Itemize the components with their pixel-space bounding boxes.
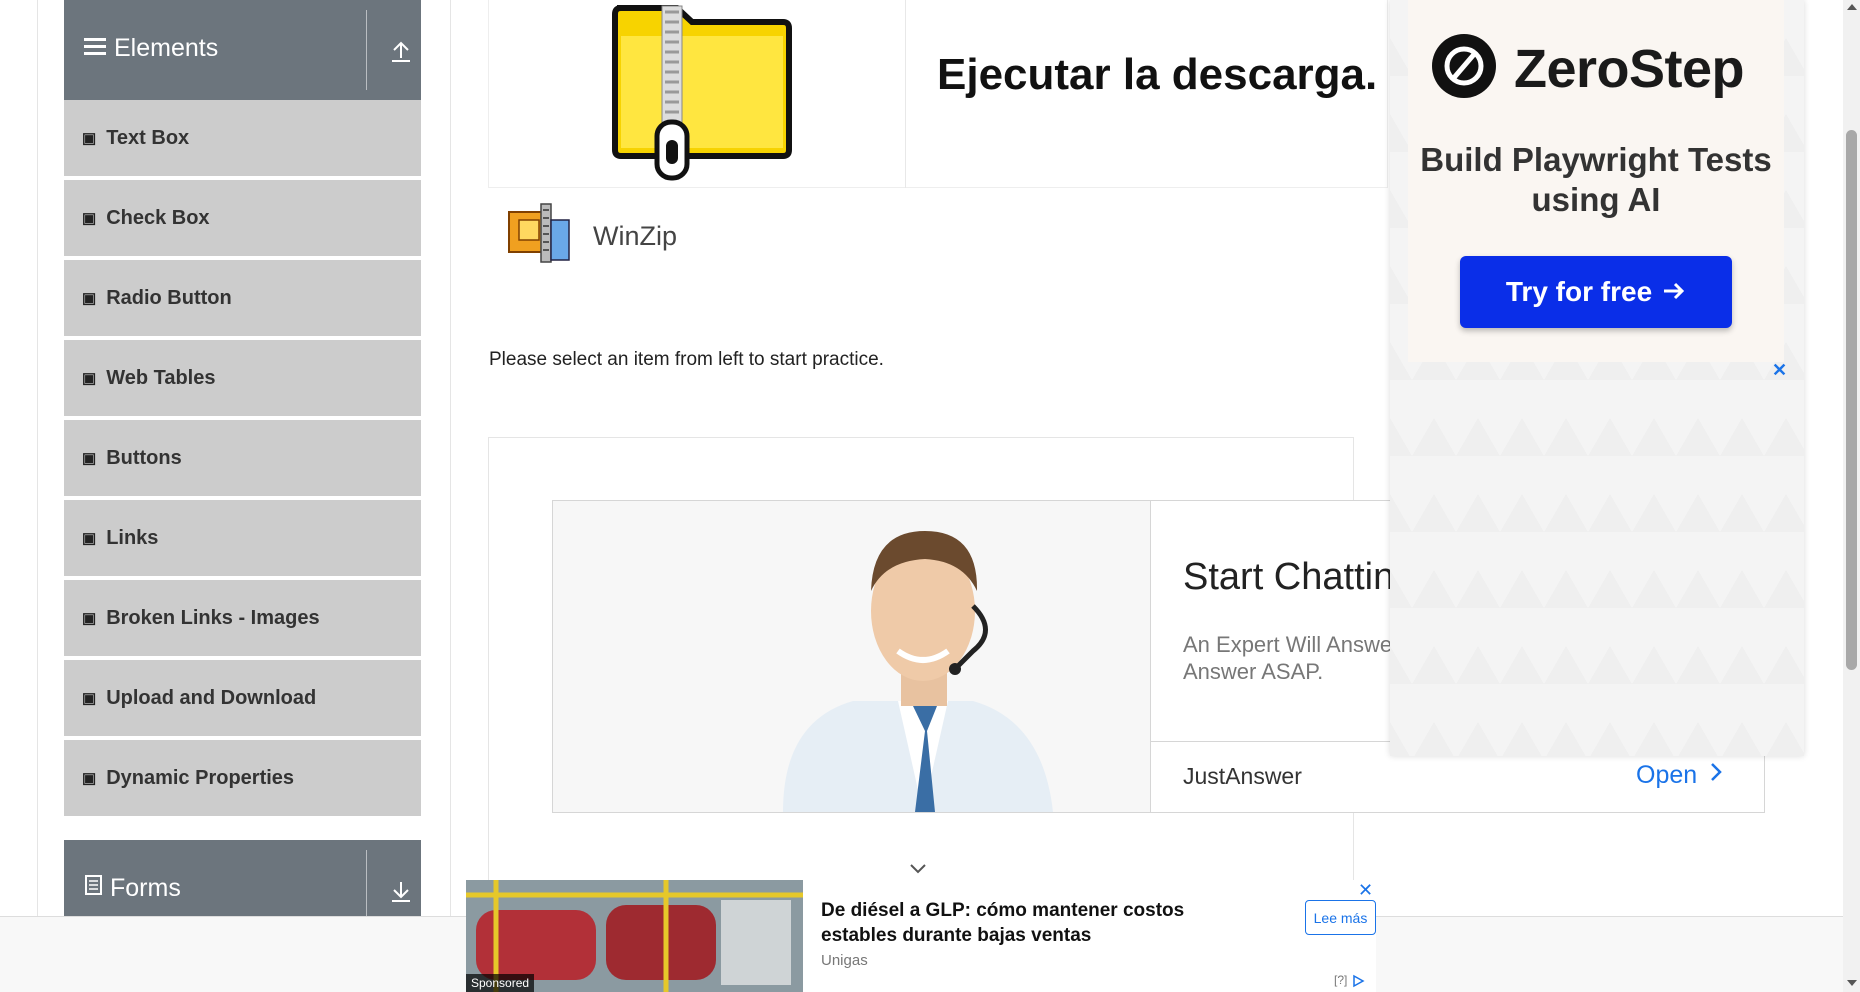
html5-icon: ▣ xyxy=(82,370,97,387)
sidebar-item-upload-download[interactable]: ▣ Upload and Download xyxy=(64,660,421,738)
chevron-down-icon[interactable] xyxy=(908,862,928,881)
html5-icon: ▣ xyxy=(82,690,97,707)
sidebar-item-label: Broken Links - Images xyxy=(106,606,320,629)
collapse-up-icon[interactable] xyxy=(386,36,416,66)
arrow-right-icon xyxy=(1662,276,1686,308)
scroll-down-arrow-icon[interactable] xyxy=(1847,980,1857,986)
sidebar-item-label: Text Box xyxy=(106,126,190,149)
expand-down-icon[interactable] xyxy=(386,876,416,906)
adchoices-icon[interactable]: [?] xyxy=(1334,973,1367,988)
cta-label: Try for free xyxy=(1505,276,1653,307)
sidebar-right-border xyxy=(450,0,451,916)
winzip-label: WinZip xyxy=(593,221,678,251)
chat-ad-headline[interactable]: Start Chattin xyxy=(1183,556,1394,599)
zerostep-tagline: Build Playwright Tests using AI xyxy=(1420,141,1772,218)
zerostep-logo-text: ZeroStep xyxy=(1514,38,1745,99)
vertical-scrollbar[interactable] xyxy=(1843,0,1860,992)
html5-icon: ▣ xyxy=(82,530,97,547)
html5-icon: ▣ xyxy=(82,210,97,227)
bottom-ad-close-icon[interactable]: ✕ xyxy=(1358,880,1373,901)
sponsored-label: Sponsored xyxy=(466,974,535,992)
download-ad-headline[interactable]: Ejecutar la descarga. xyxy=(937,50,1377,100)
html5-icon: ▣ xyxy=(82,450,97,467)
sidebar-item-check-box[interactable]: ▣ Check Box xyxy=(64,180,421,258)
chat-ad-brand: JustAnswer xyxy=(1183,763,1302,789)
sidebar-item-buttons[interactable]: ▣ Buttons xyxy=(64,420,421,498)
download-ad[interactable]: Ejecutar la descarga. xyxy=(488,0,1388,188)
scroll-up-arrow-icon[interactable] xyxy=(1847,4,1857,10)
group-header-divider xyxy=(366,10,367,90)
html5-icon: ▣ xyxy=(82,130,97,147)
html5-icon: ▣ xyxy=(82,770,97,787)
html5-icon: ▣ xyxy=(82,290,97,307)
hamburger-icon xyxy=(84,34,108,63)
unigas-ad[interactable]: Sponsored De diésel a GLP: cómo mantener… xyxy=(466,880,1376,992)
bottom-ad-headline[interactable]: De diésel a GLP: cómo mantener costos es… xyxy=(821,898,1241,948)
elements-group-title: Elements xyxy=(84,34,218,63)
sidebar-item-label: Upload and Download xyxy=(106,686,317,709)
zerostep-logo: ZeroStep xyxy=(1430,32,1745,105)
sidebar-item-dynamic-properties[interactable]: ▣ Dynamic Properties xyxy=(64,740,421,818)
download-ad-divider xyxy=(905,0,906,188)
elements-group-header[interactable]: Elements xyxy=(64,0,421,100)
chevron-right-icon xyxy=(1709,761,1723,790)
scrollbar-thumb[interactable] xyxy=(1846,130,1857,670)
practice-instruction: Please select an item from left to start… xyxy=(489,349,884,370)
sidebar-item-label: Buttons xyxy=(106,446,182,469)
zerostep-logo-icon xyxy=(1430,32,1498,105)
sidebar-item-label: Links xyxy=(106,526,159,549)
support-agent-photo xyxy=(553,501,1151,812)
page-left-border xyxy=(37,0,38,916)
sidebar-item-label: Dynamic Properties xyxy=(106,766,295,789)
sidebar-item-label: Web Tables xyxy=(106,366,216,389)
html5-icon: ▣ xyxy=(82,610,97,627)
winzip-brand[interactable]: WinZip xyxy=(505,200,677,273)
winzip-icon xyxy=(505,200,575,273)
ad-close-icon[interactable]: ✕ xyxy=(1772,360,1787,381)
sidebar-item-label: Radio Button xyxy=(106,286,232,309)
lee-mas-button[interactable]: Lee más xyxy=(1305,900,1376,935)
open-label: Open xyxy=(1636,761,1698,789)
sidebar-item-web-tables[interactable]: ▣ Web Tables xyxy=(64,340,421,418)
elements-group-label: Elements xyxy=(114,34,219,62)
forms-group-title: Forms xyxy=(84,874,181,903)
boiler-room-image: Sponsored xyxy=(466,880,803,992)
sidebar-item-label: Check Box xyxy=(106,206,210,229)
forms-group-label: Forms xyxy=(110,874,181,902)
sidebar-item-broken-links[interactable]: ▣ Broken Links - Images xyxy=(64,580,421,658)
bottom-ad-brand: Unigas xyxy=(821,952,868,969)
adchoices-label: [?] xyxy=(1334,973,1348,987)
sidebar-item-radio-button[interactable]: ▣ Radio Button xyxy=(64,260,421,338)
chat-ad-open-button[interactable]: Open xyxy=(1636,761,1723,790)
document-icon xyxy=(84,874,104,903)
zip-folder-icon xyxy=(607,0,797,187)
sidebar-item-text-box[interactable]: ▣ Text Box xyxy=(64,100,421,178)
sidebar-item-links[interactable]: ▣ Links xyxy=(64,500,421,578)
zerostep-ad[interactable]: ZeroStep Build Playwright Tests using AI… xyxy=(1390,0,1804,756)
try-for-free-button[interactable]: Try for free xyxy=(1460,256,1732,328)
